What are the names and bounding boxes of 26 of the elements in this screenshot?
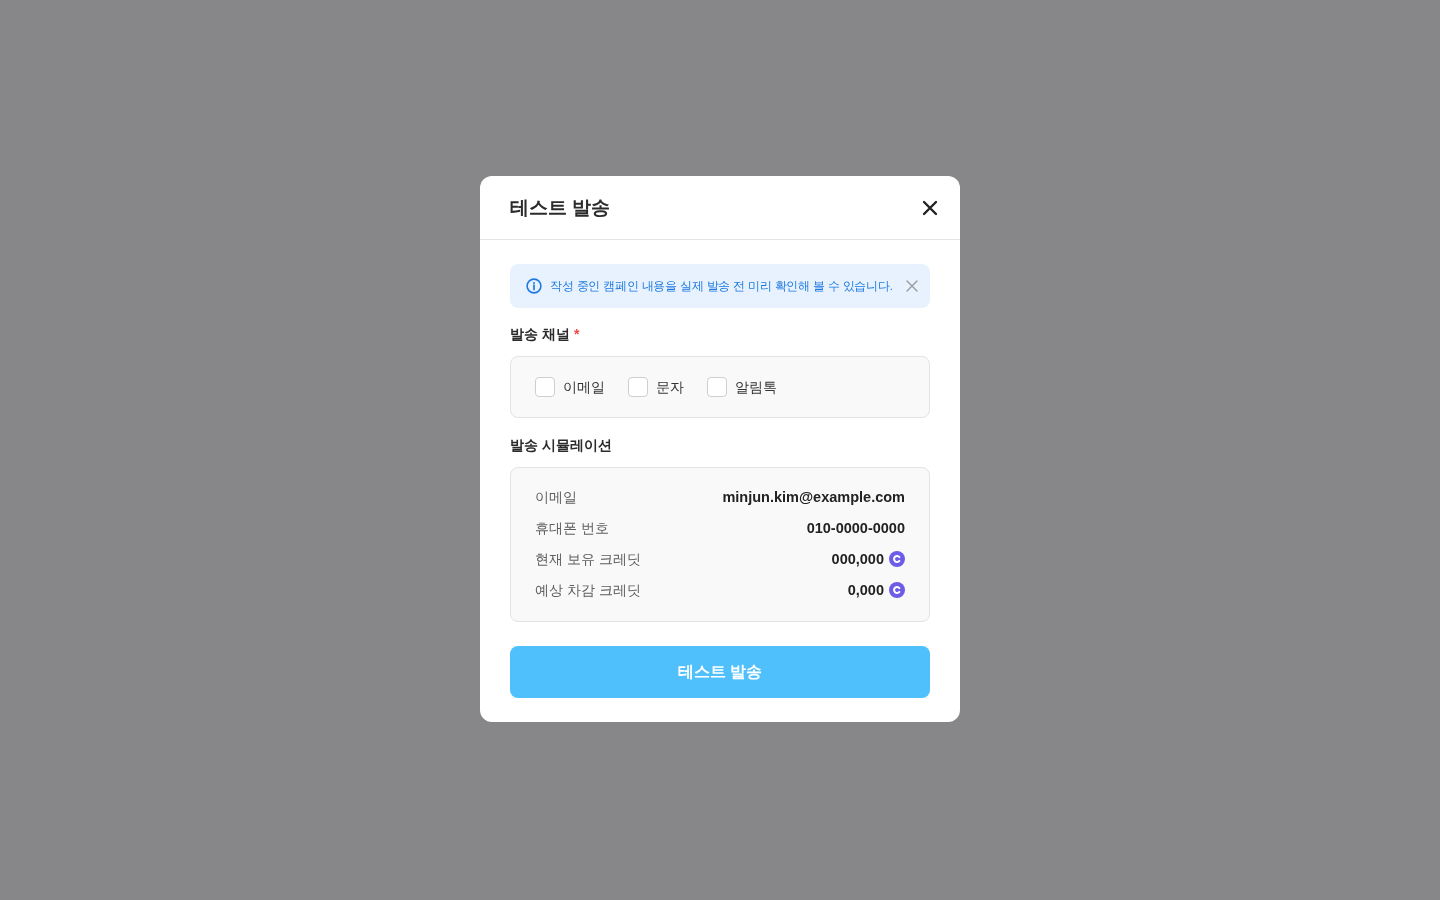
dismiss-button[interactable] bbox=[906, 280, 918, 292]
close-icon bbox=[922, 199, 938, 216]
coin-icon bbox=[889, 551, 905, 567]
field-value: minjun.kim@example.com bbox=[722, 488, 905, 507]
section-label: 발송 시뮬레이션 bbox=[510, 436, 612, 455]
field-value: 010-0000-0000 bbox=[806, 519, 905, 538]
required-mark: * bbox=[573, 325, 580, 344]
checkbox[interactable] bbox=[707, 377, 727, 397]
coin-icon bbox=[889, 582, 905, 598]
field-label: 휴대폰 번호 bbox=[535, 519, 609, 538]
field-value: 000,000 bbox=[831, 550, 884, 569]
field-label: 이메일 bbox=[535, 488, 577, 507]
field-label: 예상 차감 크레딧 bbox=[535, 581, 641, 600]
checkbox[interactable] bbox=[535, 377, 555, 397]
checkbox[interactable] bbox=[628, 377, 648, 397]
field-label: 현재 보유 크레딧 bbox=[535, 550, 641, 569]
info-icon bbox=[526, 278, 542, 294]
checkbox-label[interactable]: 문자 bbox=[656, 377, 684, 397]
checkbox-label[interactable]: 알림톡 bbox=[735, 377, 777, 397]
section-label: 발송 채널 bbox=[510, 325, 570, 344]
dialog-title: 테스트 발송 bbox=[510, 195, 611, 220]
close-button[interactable] bbox=[922, 199, 938, 216]
checkbox-label[interactable]: 이메일 bbox=[563, 377, 605, 397]
info-text: 작성 중인 캠페인 내용을 실제 발송 전 미리 확인해 볼 수 있습니다. bbox=[550, 279, 893, 294]
close-icon bbox=[906, 280, 918, 292]
field-value: 0,000 bbox=[847, 581, 884, 600]
